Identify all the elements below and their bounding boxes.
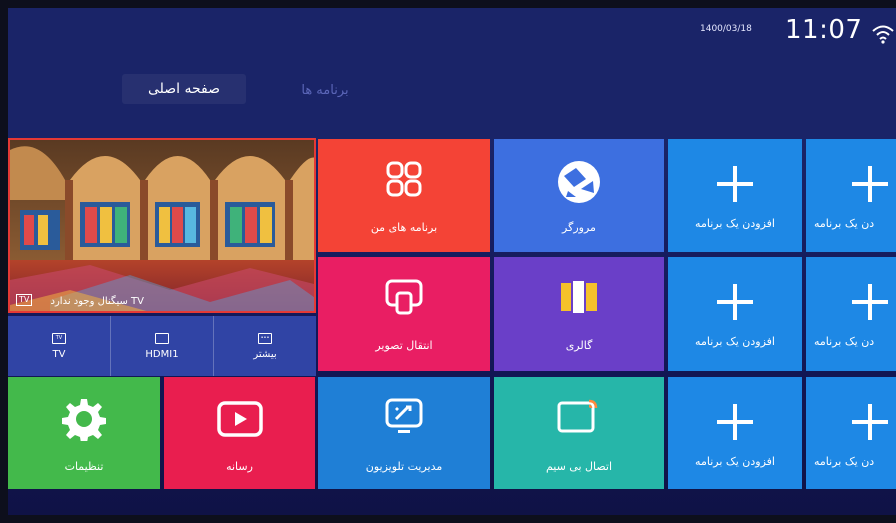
tile-add-app-3[interactable]: افزودن یک برنامه xyxy=(668,257,802,371)
play-icon xyxy=(216,401,263,437)
source-hdmi1[interactable]: HDMI1 xyxy=(110,316,213,376)
plus-icon xyxy=(717,284,753,320)
tile-media-label: رسانه xyxy=(226,460,253,473)
plus-icon xyxy=(717,404,753,440)
wifi-icon xyxy=(872,25,894,44)
plus-icon xyxy=(717,166,753,202)
source-tv-label: TV xyxy=(52,348,66,360)
more-icon: ••• xyxy=(258,332,272,344)
tv-manager-icon xyxy=(385,398,423,433)
tile-tv-manager[interactable]: مدیریت تلویزیون xyxy=(318,377,490,489)
tile-screen-cast-label: انتقال تصویر xyxy=(375,339,433,352)
tile-add-app-6[interactable]: دن یک برنامه xyxy=(806,377,896,489)
screen-cast-icon xyxy=(385,279,423,315)
source-tv[interactable]: TV TV xyxy=(8,316,110,376)
tab-home[interactable]: صفحه اصلی xyxy=(122,74,246,104)
plus-icon xyxy=(852,166,888,202)
gear-icon xyxy=(62,399,106,441)
tile-add-app-label: دن یک برنامه xyxy=(814,217,875,230)
tile-add-app-4[interactable]: دن یک برنامه xyxy=(806,257,896,371)
tv-preview[interactable]: TV سیگنال وجود ندارد TV xyxy=(8,138,316,313)
tile-browser-label: مرورگر xyxy=(562,221,596,234)
tile-gallery[interactable]: گالری xyxy=(494,257,664,371)
tile-add-app-label: دن یک برنامه xyxy=(814,455,875,468)
tile-my-apps[interactable]: برنامه های من xyxy=(318,139,490,252)
tile-add-app-label: دن یک برنامه xyxy=(814,335,875,348)
wireless-display-icon xyxy=(557,399,598,433)
tile-gallery-label: گالری xyxy=(565,339,593,352)
source-hdmi1-label: HDMI1 xyxy=(145,348,179,360)
clock-display: 11:07 xyxy=(785,15,863,45)
hdmi-icon xyxy=(155,332,169,344)
plus-icon xyxy=(852,284,888,320)
tile-screen-cast[interactable]: انتقال تصویر xyxy=(318,257,490,371)
source-more-label: بیشتر xyxy=(253,348,277,360)
tile-add-app-1[interactable]: افزودن یک برنامه xyxy=(668,139,802,252)
tile-media[interactable]: رسانه xyxy=(164,377,315,489)
tile-wireless-display[interactable]: اتصال بی سیم xyxy=(494,377,664,489)
tile-settings-label: تنظیمات xyxy=(64,460,104,473)
mosque-interior-image xyxy=(10,140,314,311)
plus-icon xyxy=(852,404,888,440)
tile-wireless-display-label: اتصال بی سیم xyxy=(545,460,613,473)
tile-my-apps-label: برنامه های من xyxy=(370,221,438,234)
gallery-icon xyxy=(561,281,597,313)
tile-add-app-label: افزودن یک برنامه xyxy=(695,335,775,348)
no-signal-text: سیگنال وجود ندارد TV xyxy=(50,296,144,307)
tile-add-app-label: افزودن یک برنامه xyxy=(695,455,775,468)
tile-settings[interactable]: تنظیمات xyxy=(8,377,160,489)
tile-add-app-5[interactable]: افزودن یک برنامه xyxy=(668,377,802,489)
tv-source-badge: TV xyxy=(16,294,33,306)
tile-add-app-2[interactable]: دن یک برنامه xyxy=(806,139,896,252)
tile-tv-manager-label: مدیریت تلویزیون xyxy=(365,460,443,473)
tab-apps[interactable]: برنامه ها xyxy=(280,78,370,102)
tile-add-app-label: افزودن یک برنامه xyxy=(695,217,775,230)
apps-grid-icon xyxy=(386,161,422,197)
browser-icon xyxy=(558,161,600,203)
date-display: 1400/03/18 xyxy=(700,24,752,34)
tv-icon: TV xyxy=(52,332,66,344)
source-bar: TV TV HDMI1 ••• بیشتر xyxy=(8,316,316,376)
home-screen: 1400/03/18 11:07 صفحه اصلی برنامه ها TV … xyxy=(8,8,896,515)
source-more[interactable]: ••• بیشتر xyxy=(213,316,316,376)
tile-browser[interactable]: مرورگر xyxy=(494,139,664,252)
